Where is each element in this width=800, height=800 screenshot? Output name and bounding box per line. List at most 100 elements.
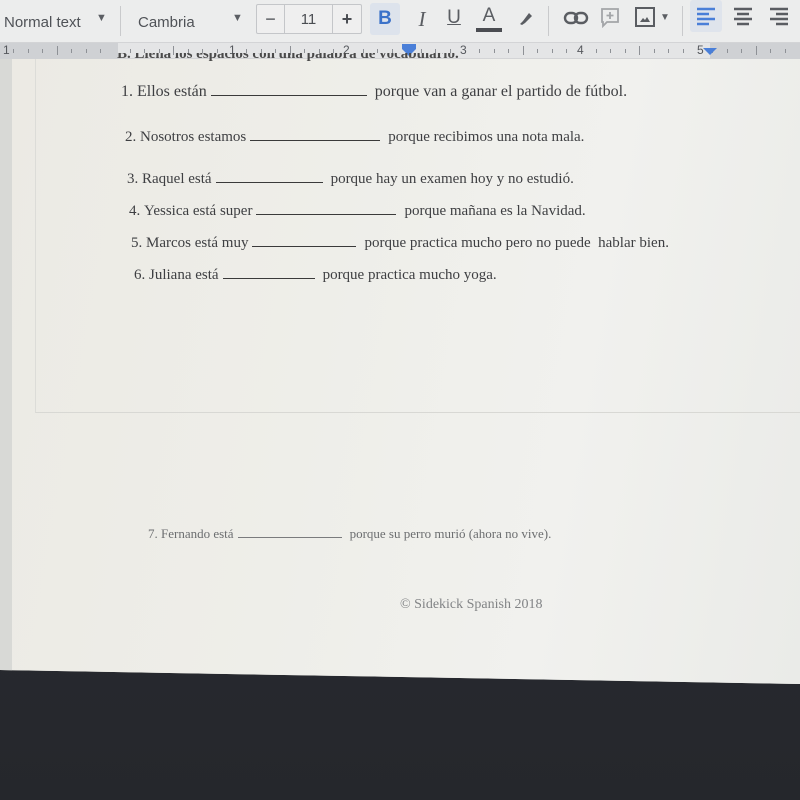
google-docs-window: Normal text ▼ Cambria ▼ − 11 + B I U A ▼…: [0, 0, 800, 684]
align-center-button[interactable]: [730, 2, 756, 30]
exercise-item: 4. Yessica está super porque mañana es l…: [129, 203, 586, 220]
ruler-number: 4: [577, 43, 584, 57]
formatting-toolbar: Normal text ▼ Cambria ▼ − 11 + B I U A ▼: [0, 0, 800, 42]
insert-image-icon: [635, 7, 655, 27]
chevron-down-icon[interactable]: ▼: [96, 12, 107, 24]
item-prefix: Yessica está super: [144, 203, 253, 219]
highlighter-icon: [520, 13, 532, 25]
item-suffix: porque practica mucho pero no puede habl…: [364, 235, 669, 251]
underline-button[interactable]: U: [442, 4, 466, 32]
insert-link-button[interactable]: [562, 6, 590, 30]
answer-blank: [210, 95, 367, 96]
item-suffix: porque practica mucho yoga.: [322, 267, 497, 283]
exercise-item: 6. Juliana está porque practica mucho yo…: [134, 267, 497, 284]
document-page[interactable]: B. Llena los espacios con una palabra de…: [0, 53, 800, 684]
ruler-tick: [784, 49, 786, 53]
font-size-input[interactable]: 11: [285, 5, 333, 33]
answer-blank: [250, 140, 381, 141]
chevron-down-icon[interactable]: ▼: [660, 12, 670, 23]
ruler-tick: [85, 49, 87, 53]
italic-button[interactable]: I: [410, 5, 434, 33]
ruler-tick: [595, 49, 597, 53]
item-prefix: Raquel está: [142, 171, 212, 187]
exercise-item: 3. Raquel está porque hay un examen hoy …: [127, 171, 574, 188]
bold-button[interactable]: B: [370, 3, 400, 35]
align-left-button[interactable]: [690, 0, 722, 32]
increase-font-size-button[interactable]: +: [333, 5, 361, 33]
font-family-dropdown[interactable]: Cambria: [138, 10, 195, 34]
align-center-icon: [734, 7, 752, 26]
item-prefix: Juliana está: [149, 267, 219, 283]
answer-blank: [252, 246, 357, 247]
answer-blank: [215, 182, 323, 183]
ruler-tick: [42, 49, 44, 53]
item-number: 4.: [129, 203, 141, 219]
copyright-notice: © Sidekick Spanish 2018: [400, 597, 543, 612]
paragraph-style-dropdown[interactable]: Normal text: [4, 10, 81, 34]
section-heading: B. Llena los espacios con una palabra de…: [117, 53, 459, 61]
align-right-button[interactable]: [766, 2, 792, 30]
ruler-tick: [100, 49, 102, 53]
answer-blank: [222, 278, 315, 279]
ruler-tick: [726, 49, 728, 53]
ruler-number: 3: [460, 43, 467, 57]
font-size-stepper: − 11 +: [256, 4, 362, 34]
decrease-font-size-button[interactable]: −: [257, 5, 285, 33]
item-suffix: porque hay un examen hoy y no estudió.: [330, 171, 574, 187]
item-number: 1.: [121, 83, 133, 100]
ruler-tick: [668, 49, 670, 53]
link-icon: [563, 11, 589, 25]
toolbar-divider: [120, 6, 121, 36]
item-number: 3.: [127, 171, 139, 187]
ruler-tick: [522, 46, 524, 55]
monitor-photo: Normal text ▼ Cambria ▼ − 11 + B I U A ▼…: [0, 0, 800, 800]
item-prefix: Ellos están: [137, 83, 207, 100]
page-gutter: [0, 59, 12, 679]
exercise-item: 2. Nosotros estamos porque recibimos una…: [125, 129, 584, 146]
item-suffix: porque recibimos una nota mala.: [388, 129, 585, 145]
right-indent-handle[interactable]: [703, 48, 717, 55]
add-comment-icon: [601, 8, 619, 28]
item-prefix: Fernando está: [161, 526, 234, 541]
add-comment-button[interactable]: [598, 4, 622, 30]
exercise-item: 1. Ellos están porque van a ganar el par…: [121, 83, 627, 101]
ruler-tick: [755, 46, 757, 55]
font-family-label: Cambria: [138, 13, 195, 31]
exercise-item: 7. Fernando está porque su perro murió (…: [148, 526, 551, 542]
text-color-icon: A: [482, 4, 496, 26]
item-number: 6.: [134, 267, 146, 283]
toolbar-divider: [682, 6, 683, 36]
ruler-tick: [537, 49, 539, 53]
exercise-item: 5. Marcos está muy porque practica mucho…: [131, 235, 669, 252]
ruler-tick: [27, 49, 29, 53]
ruler-tick: [741, 49, 743, 53]
ruler-number: 1: [3, 43, 10, 57]
ruler-tick: [653, 49, 655, 53]
highlight-button[interactable]: [514, 5, 538, 31]
item-suffix: porque van a ganar el partido de fútbol.: [374, 83, 628, 100]
paragraph-style-label: Normal text: [4, 13, 81, 31]
ruler-tick: [770, 49, 772, 53]
ruler-tick: [13, 49, 15, 53]
text-color-button[interactable]: A: [476, 3, 502, 33]
ruler-tick: [639, 46, 641, 55]
align-left-icon: [697, 7, 715, 26]
insert-image-button[interactable]: [632, 4, 658, 30]
ruler-tick: [682, 49, 684, 53]
ruler-tick: [610, 49, 612, 53]
ruler-tick: [566, 49, 568, 53]
toolbar-divider: [548, 6, 549, 36]
answer-blank: [256, 214, 397, 215]
text-color-swatch: [476, 27, 502, 32]
item-prefix: Nosotros estamos: [140, 129, 247, 145]
ruler-tick: [508, 49, 510, 53]
item-number: 2.: [125, 129, 137, 145]
item-number: 5.: [131, 235, 143, 251]
ruler-tick: [624, 49, 626, 53]
ruler-tick: [551, 49, 553, 53]
chevron-down-icon[interactable]: ▼: [232, 12, 243, 24]
ruler-tick: [71, 49, 73, 53]
align-right-icon: [770, 7, 788, 26]
ruler-tick: [479, 49, 481, 53]
item-prefix: Marcos está muy: [146, 235, 249, 251]
